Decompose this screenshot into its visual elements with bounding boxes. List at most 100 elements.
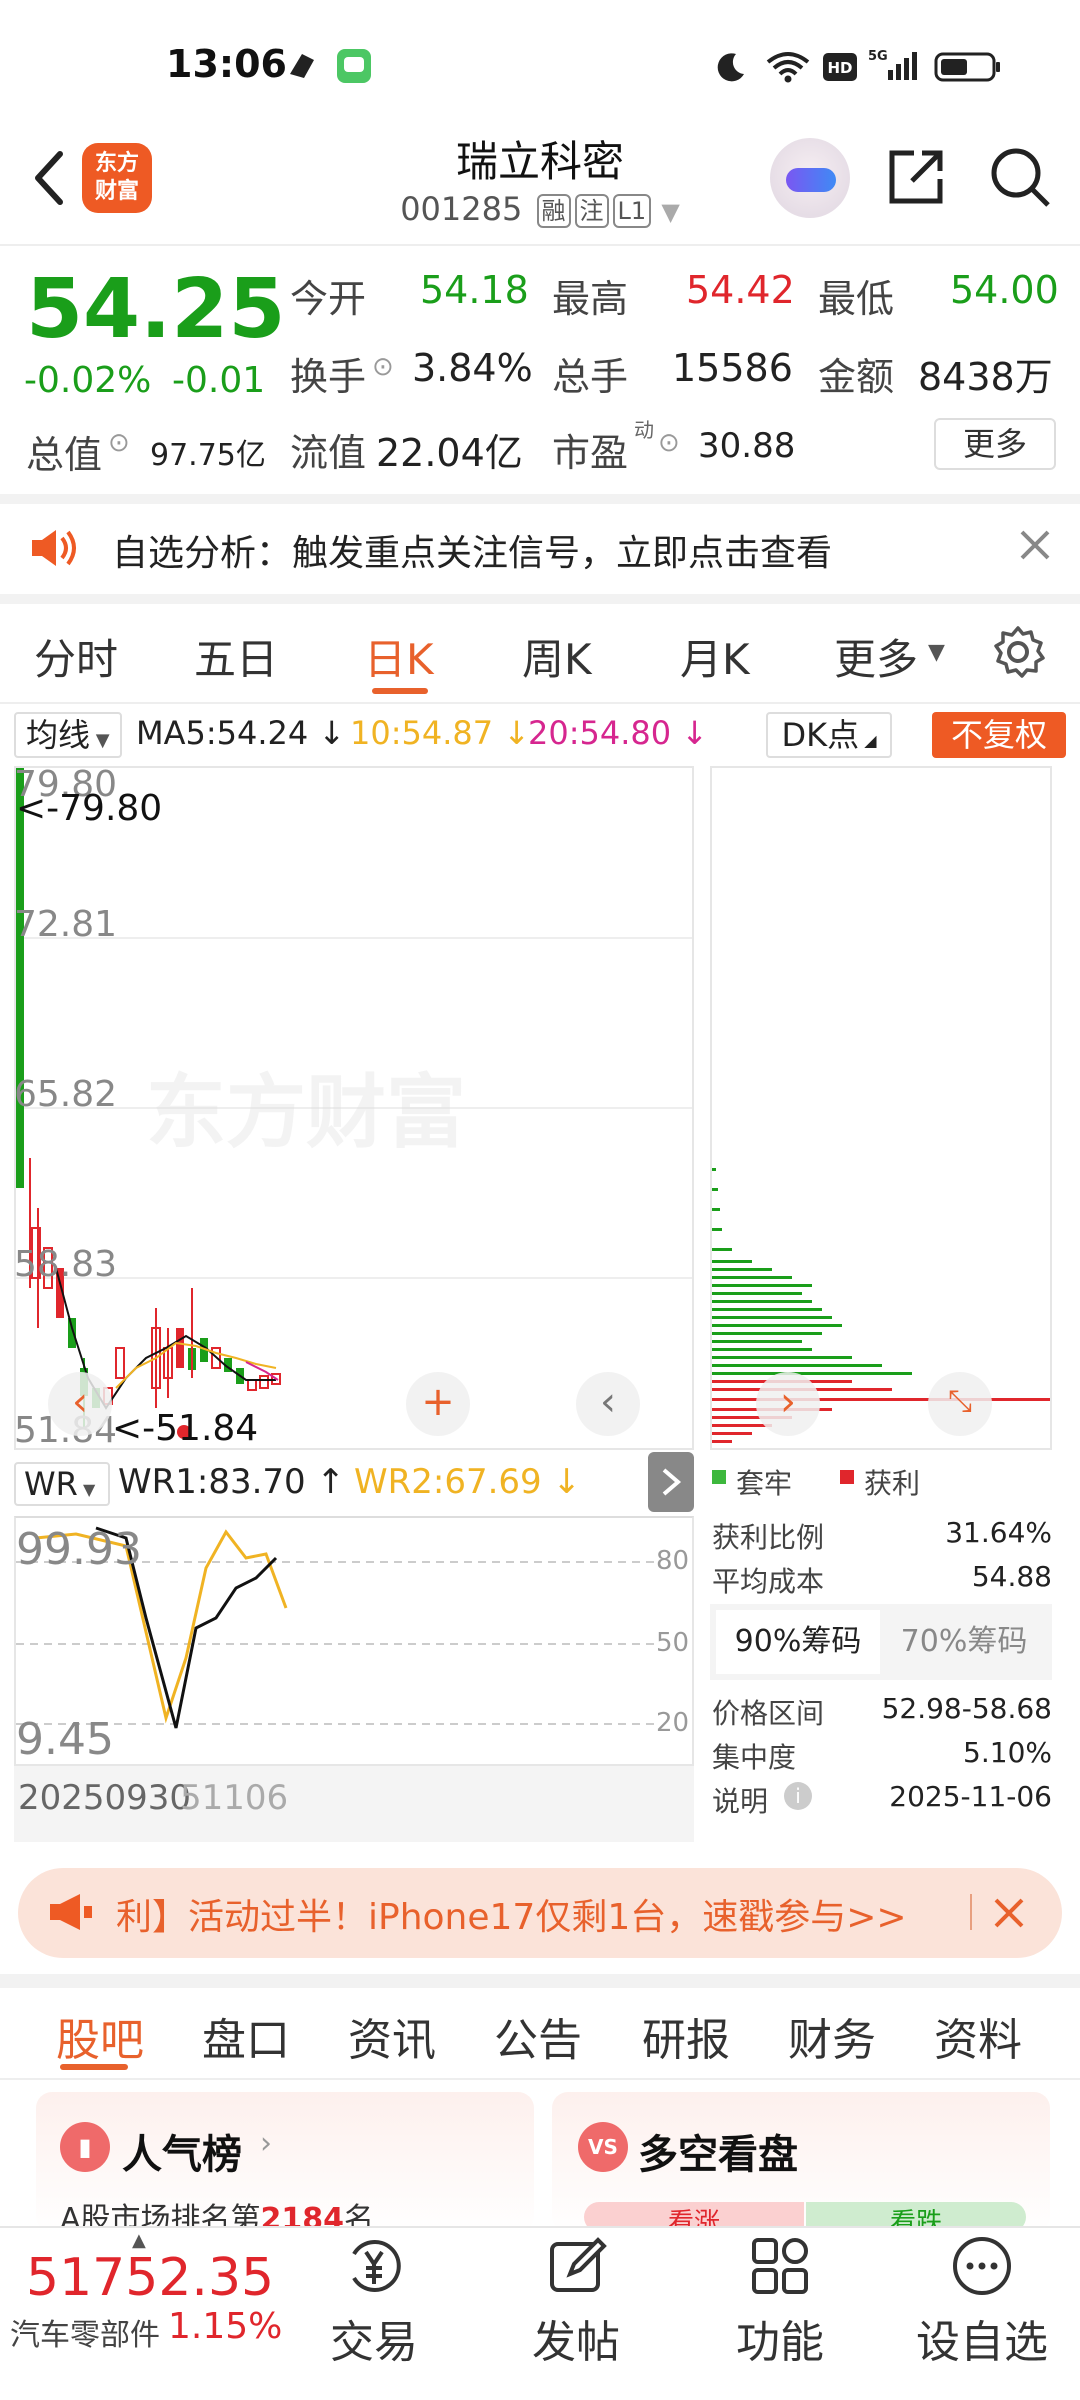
ai-assistant-face [786, 168, 836, 192]
popularity-title: 人气榜 [122, 2132, 242, 2178]
nav-post[interactable]: 发帖 [496, 2306, 656, 2370]
tab-chip-90[interactable]: 90%筹码 [716, 1610, 880, 1674]
wr-level-20: 20 [656, 1708, 690, 1738]
legend-trap: 套牢 [736, 1467, 793, 1500]
zoom-in-icon[interactable]: + [406, 1372, 470, 1436]
wr-level-50: 50 [656, 1628, 690, 1658]
wr-chart[interactable]: 99.93 9.45 80 50 20 [14, 1516, 694, 1766]
turnover-label: 换手 [290, 355, 367, 399]
sector-index-value[interactable]: 51752.35 [26, 2248, 274, 2308]
tab-pankou[interactable]: 盘口 [202, 2004, 290, 2068]
tab-more[interactable]: 更多 [834, 626, 918, 687]
more-dots-icon[interactable] [950, 2234, 1014, 2298]
ma20-value: 20:54.80 ↓ [528, 714, 709, 752]
ma5-text: MA5:54.24 [136, 714, 309, 752]
open-value: 54.18 [420, 268, 529, 312]
tab-guba[interactable]: 股吧 [56, 2004, 144, 2068]
tab-intraday[interactable]: 分时 [34, 626, 118, 687]
pe-value: 30.88 [698, 426, 796, 466]
info-icon[interactable]: ⊙ [372, 352, 394, 382]
y-axis-2: 72.81 [14, 904, 118, 945]
wr2-text: WR2:67.69 [354, 1462, 542, 1502]
info-icon[interactable]: i [784, 1782, 812, 1810]
wr-indicator-select[interactable]: WR ▼ [14, 1462, 110, 1506]
bull-bear-title: 多空看盘 [638, 2132, 798, 2178]
price-range-value: 52.98-58.68 [881, 1692, 1052, 1725]
search-icon[interactable] [988, 145, 1052, 209]
tab-weekly-k[interactable]: 周K [522, 626, 592, 687]
tab-monthly-k[interactable]: 月K [680, 626, 750, 687]
chevron-left-icon[interactable]: ‹ [576, 1372, 640, 1436]
amount-label: 金额 [818, 355, 895, 399]
tab-profile[interactable]: 资料 [934, 2004, 1022, 2068]
tabs-divider [0, 702, 1080, 704]
nav-add-watchlist[interactable]: 设自选 [902, 2306, 1062, 2370]
tab-finance[interactable]: 财务 [788, 2004, 876, 2068]
trade-yuan-icon[interactable] [342, 2234, 406, 2298]
concentration-value: 5.10% [963, 1736, 1052, 1769]
chevron-left-icon[interactable]: ‹ [48, 1372, 112, 1436]
gear-icon[interactable] [990, 624, 1046, 680]
grid-apps-icon[interactable] [748, 2234, 812, 2298]
ma20-text: 20:54.80 [528, 714, 672, 752]
chevron-right-icon: › [260, 2126, 272, 2161]
tabs-divider [0, 2078, 1080, 2080]
date-end: 51106 [180, 1778, 289, 1818]
section-divider [0, 1974, 1080, 1988]
chip-distribution-chart[interactable]: › ⤡ [710, 766, 1052, 1450]
dk-label: DK点 [781, 716, 860, 754]
tab-five-day[interactable]: 五日 [194, 626, 278, 687]
watermark: 东方财富 [146, 1066, 466, 1159]
ma10-value: 10:54.87 ↓ [350, 714, 531, 752]
current-price: 54.25 [26, 262, 286, 357]
tab-chip-70[interactable]: 70%筹码 [882, 1610, 1046, 1674]
wifi-icon [766, 52, 810, 83]
tag-margin: 融 [536, 194, 571, 228]
indicator-select[interactable]: 均线 ▼ [14, 712, 122, 758]
wr1-text: WR1:83.70 [118, 1462, 306, 1502]
tag-level1: L1 [612, 194, 652, 228]
max-price-marker: <-79.80 [16, 788, 163, 829]
close-icon[interactable] [1010, 520, 1060, 570]
megaphone-icon [50, 1894, 92, 1930]
ma10-text: 10:54.87 [350, 714, 494, 752]
market-value: 97.75亿 [150, 438, 266, 473]
nav-functions[interactable]: 功能 [700, 2306, 860, 2370]
bar-chart-icon: ▮ [60, 2122, 110, 2172]
tab-research[interactable]: 研报 [642, 2004, 730, 2068]
wr1-value: WR1:83.70 ↑ [118, 1462, 345, 1502]
chevron-right-icon[interactable]: › [756, 1372, 820, 1436]
expand-icon[interactable]: ⤡ [928, 1372, 992, 1436]
volume-label: 总手 [552, 355, 629, 399]
info-icon[interactable]: ⊙ [658, 428, 680, 458]
more-button[interactable]: 更多 [934, 418, 1056, 470]
status-bar: 13:06 HD 5G [0, 0, 1080, 130]
chevron-right-icon[interactable] [648, 1452, 694, 1512]
active-tab-underline [60, 2064, 128, 2070]
tab-announcements[interactable]: 公告 [494, 2004, 582, 2068]
section-divider [0, 494, 1080, 504]
tab-daily-k[interactable]: 日K [364, 626, 434, 687]
info-icon[interactable]: ⊙ [108, 428, 130, 458]
kline-chart[interactable]: 79.80 <-79.80 72.81 65.82 58.83 51.84 <-… [14, 764, 694, 1451]
open-label: 今开 [290, 277, 367, 321]
nav-trade[interactable]: 交易 [294, 2306, 454, 2370]
avg-cost-value: 54.88 [971, 1560, 1052, 1593]
wr2-value: WR2:67.69 ↓ [354, 1462, 581, 1502]
dropdown-triangle-icon: ▼ [661, 198, 680, 226]
dk-point-button[interactable]: DK点 ◢ [766, 712, 892, 758]
stock-code: 001285 [400, 190, 523, 228]
status-time: 13:06 [166, 42, 287, 86]
compose-icon[interactable] [546, 2234, 610, 2298]
market-value-label: 总值 [26, 433, 103, 477]
close-icon[interactable] [984, 1888, 1034, 1938]
low-value: 54.00 [950, 268, 1059, 312]
promo-divider [970, 1894, 972, 1930]
share-icon[interactable] [884, 145, 948, 209]
profit-ratio-label: 获利比例 [712, 1521, 825, 1554]
no-rights-adjust-button[interactable]: 不复权 [932, 712, 1066, 758]
svg-text:5G: 5G [868, 49, 888, 64]
message-app-icon [337, 49, 371, 83]
profit-ratio-value: 31.64% [945, 1516, 1052, 1549]
tab-news[interactable]: 资讯 [348, 2004, 436, 2068]
